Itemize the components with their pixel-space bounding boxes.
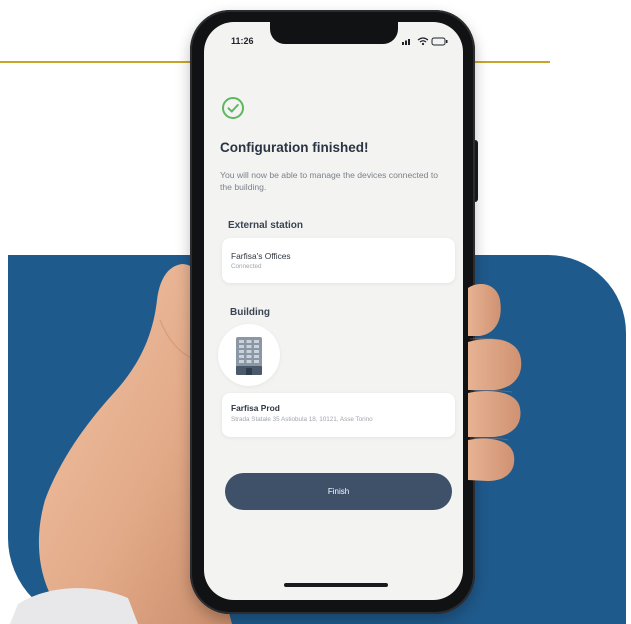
marketing-scene: 11:26 Configuration finished! You will n… xyxy=(0,0,631,624)
hand-fingers-illustration xyxy=(468,284,522,481)
finger-ring xyxy=(468,390,521,437)
finger-index xyxy=(468,284,501,336)
finger-middle xyxy=(468,338,522,390)
finger-little xyxy=(468,438,515,481)
